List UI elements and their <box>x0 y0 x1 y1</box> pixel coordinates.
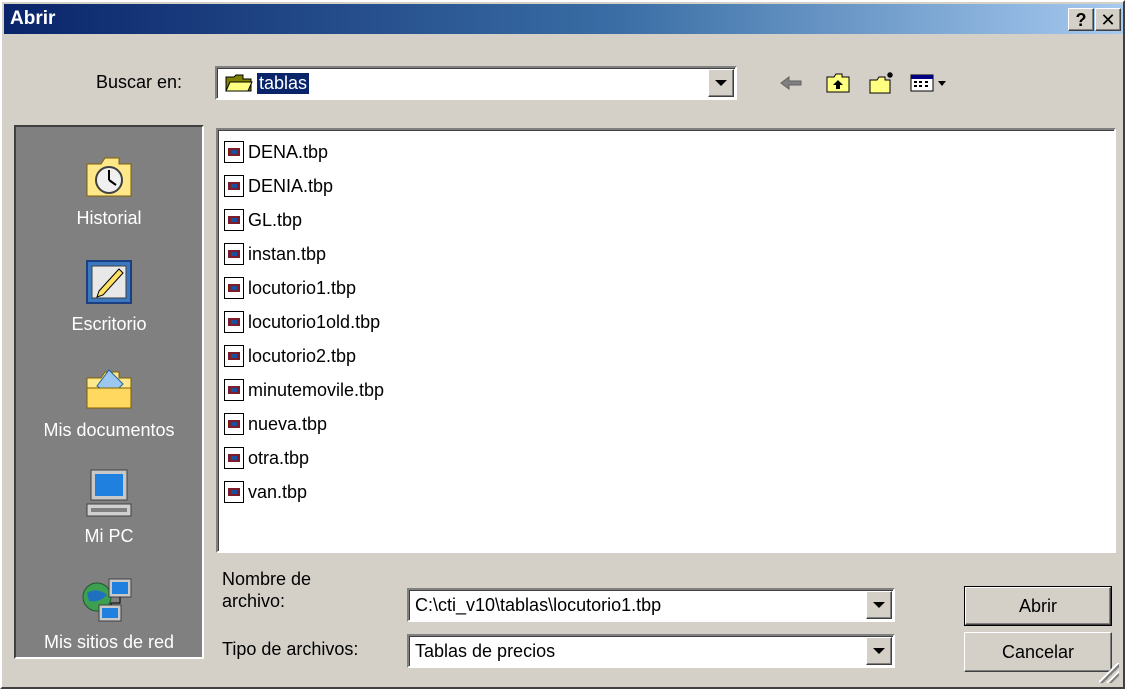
file-name: minutemovile.tbp <box>248 379 385 400</box>
file-name: DENIA.tbp <box>248 175 334 196</box>
place-label: Mi PC <box>84 526 134 546</box>
chevron-down-icon <box>873 602 885 608</box>
filetype-dropdown-button[interactable] <box>866 637 892 665</box>
list-item[interactable]: minutemovile.tbp <box>224 374 384 406</box>
close-icon: ✕ <box>1100 9 1116 30</box>
desktop-icon <box>79 256 139 308</box>
tbp-file-icon <box>224 175 244 197</box>
place-label: Escritorio <box>71 314 147 334</box>
list-item[interactable]: GL.tbp <box>224 204 302 236</box>
cancel-button[interactable]: Cancelar <box>964 632 1112 672</box>
tbp-file-icon <box>224 413 244 435</box>
network-places-icon <box>79 574 139 626</box>
place-escritorio[interactable]: Escritorio <box>16 235 202 341</box>
help-icon: ? <box>1075 9 1087 30</box>
tbp-file-icon <box>224 345 244 367</box>
tbp-file-icon <box>224 141 244 163</box>
list-item[interactable]: locutorio2.tbp <box>224 340 356 372</box>
window-title: Abrir <box>10 8 56 29</box>
file-name: van.tbp <box>248 481 308 502</box>
list-item[interactable]: locutorio1old.tbp <box>224 306 380 338</box>
view-menu-icon <box>910 73 950 93</box>
tbp-file-icon <box>224 379 244 401</box>
my-documents-icon <box>79 362 139 414</box>
new-folder-button[interactable] <box>864 68 900 98</box>
place-mis-documentos[interactable]: Mis documentos <box>16 341 202 447</box>
open-button-label: Abrir <box>1018 595 1057 616</box>
cancel-button-label: Cancelar <box>1001 641 1075 662</box>
filename-label: Nombre de archivo: <box>222 568 311 612</box>
tbp-file-icon <box>224 481 244 503</box>
list-item[interactable]: DENIA.tbp <box>224 170 333 202</box>
file-name: nueva.tbp <box>248 413 328 434</box>
lookin-label: Buscar en: <box>96 72 183 92</box>
chevron-down-icon <box>715 80 727 86</box>
new-folder-icon <box>868 71 896 95</box>
filename-field[interactable]: C:\cti_v10\tablas\locutorio1.tbp <box>407 588 895 622</box>
filetype-label: Tipo de archivos: <box>222 639 359 659</box>
filename-label-line1: Nombre de <box>222 569 312 589</box>
lookin-value: tablas <box>255 71 311 95</box>
filetype-select[interactable]: Tablas de precios <box>407 634 895 668</box>
place-label: Historial <box>76 208 142 228</box>
up-one-level-icon <box>825 72 851 94</box>
list-item[interactable]: locutorio1.tbp <box>224 272 356 304</box>
chevron-down-icon <box>873 648 885 654</box>
resize-grip[interactable] <box>1099 663 1119 683</box>
folder-open-icon <box>225 73 253 93</box>
tbp-file-icon <box>224 277 244 299</box>
place-label: Mis documentos <box>43 420 175 440</box>
place-mis-sitios-de-red[interactable]: Mis sitios de red <box>16 553 202 659</box>
list-item[interactable]: DENA.tbp <box>224 136 328 168</box>
tbp-file-icon <box>224 311 244 333</box>
file-name: GL.tbp <box>248 209 303 230</box>
up-one-level-button[interactable] <box>820 68 856 98</box>
view-menu-button[interactable] <box>908 68 952 98</box>
open-dialog: Abrir ? ✕ Buscar en: tablas Historial Es… <box>0 0 1125 689</box>
place-label: Mis sitios de red <box>43 632 175 652</box>
list-item[interactable]: nueva.tbp <box>224 408 327 440</box>
list-item[interactable]: instan.tbp <box>224 238 326 270</box>
place-historial[interactable]: Historial <box>16 129 202 235</box>
filename-dropdown-button[interactable] <box>866 591 892 619</box>
my-computer-icon <box>79 468 139 520</box>
filetype-value: Tablas de precios <box>415 640 556 661</box>
title-bar[interactable]: Abrir ? ✕ <box>4 4 1123 34</box>
help-button[interactable]: ? <box>1068 8 1094 31</box>
file-name: locutorio2.tbp <box>248 345 357 366</box>
file-name: locutorio1.tbp <box>248 277 357 298</box>
back-button[interactable] <box>774 68 810 98</box>
lookin-dropdown-button[interactable] <box>708 69 734 97</box>
back-arrow-icon <box>779 75 805 91</box>
lookin-combo[interactable]: tablas <box>215 66 737 100</box>
close-button[interactable]: ✕ <box>1095 8 1121 31</box>
history-icon <box>79 150 139 202</box>
filename-label-line2: archivo: <box>222 591 286 611</box>
file-name: locutorio1old.tbp <box>248 311 381 332</box>
list-item[interactable]: van.tbp <box>224 476 307 508</box>
places-bar: Historial Escritorio Mis documentos Mi P… <box>14 125 204 659</box>
list-item[interactable]: otra.tbp <box>224 442 309 474</box>
file-name: otra.tbp <box>248 447 310 468</box>
filename-value: C:\cti_v10\tablas\locutorio1.tbp <box>415 594 662 615</box>
file-name: DENA.tbp <box>248 141 329 162</box>
tbp-file-icon <box>224 243 244 265</box>
tbp-file-icon <box>224 209 244 231</box>
open-button[interactable]: Abrir <box>964 586 1112 626</box>
tbp-file-icon <box>224 447 244 469</box>
place-mi-pc[interactable]: Mi PC <box>16 447 202 553</box>
file-list[interactable]: DENA.tbp DENIA.tbp GL.tbp instan.tbp loc… <box>216 128 1116 553</box>
file-name: instan.tbp <box>248 243 327 264</box>
